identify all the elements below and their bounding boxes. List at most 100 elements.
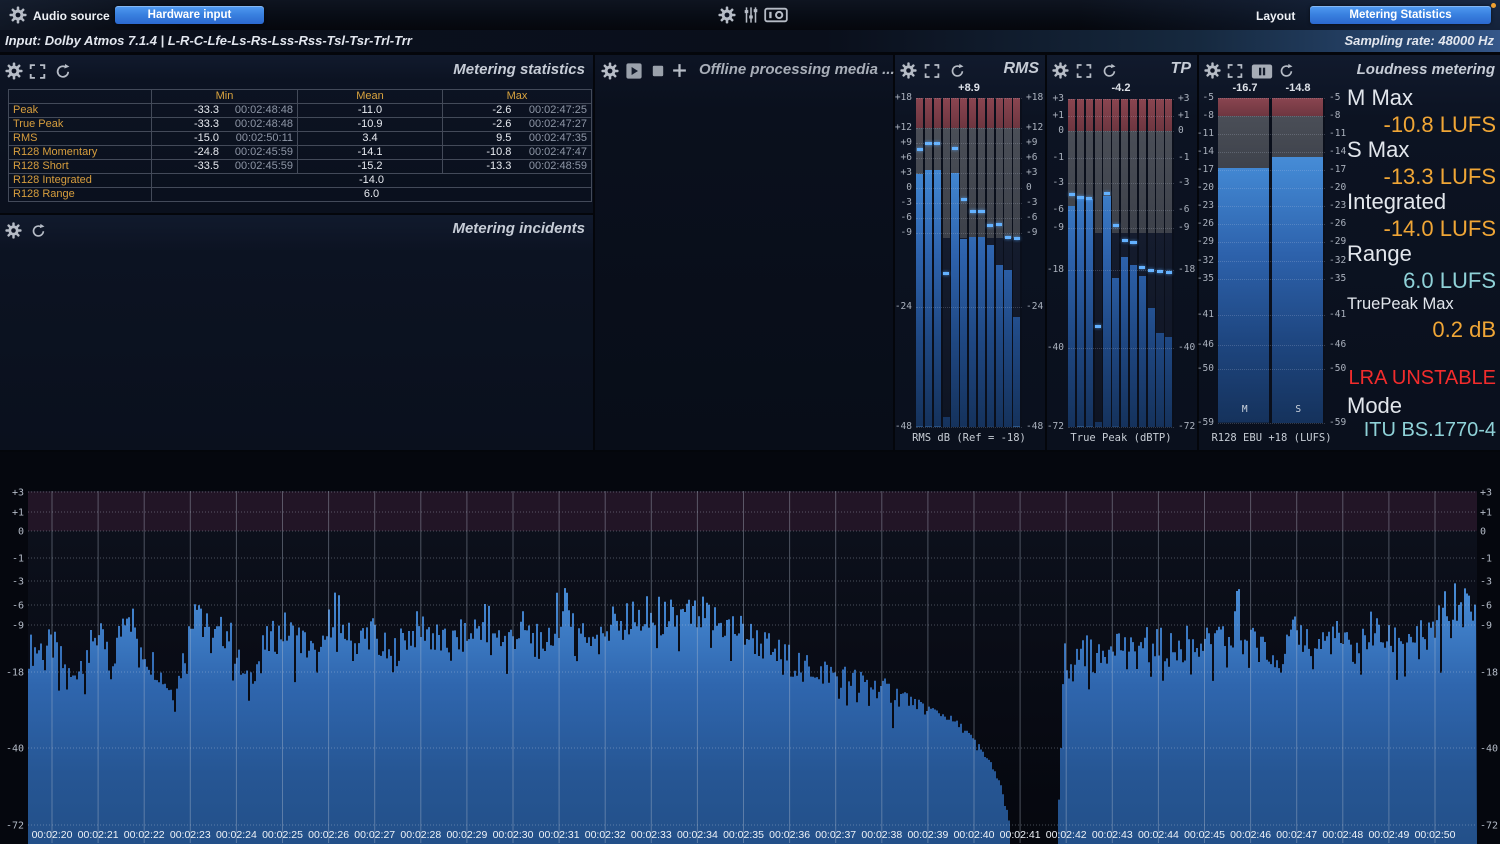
- fullscreen-icon[interactable]: [924, 63, 940, 79]
- meter-gridline: [916, 218, 1022, 219]
- scale-tick-label: -72: [6, 821, 24, 832]
- gear-icon[interactable]: [1052, 62, 1069, 79]
- panel-title: Offline processing media ...: [699, 61, 895, 78]
- meter-gridline: [1068, 183, 1174, 184]
- meter-zone: [960, 98, 967, 128]
- meter-gridline: [1218, 152, 1325, 153]
- stat-max-time: 00:02:47:47: [511, 146, 587, 159]
- loudness-metering-panel: Loudness metering M Max-10.8 LUFSS Max-1…: [1199, 55, 1500, 450]
- meter-zone: [1272, 98, 1323, 116]
- refresh-icon[interactable]: [950, 63, 965, 78]
- meter-zone: [960, 128, 967, 238]
- stop-icon[interactable]: [650, 63, 666, 79]
- gear-icon[interactable]: [601, 62, 619, 80]
- peak-hold-marker: [1166, 271, 1172, 274]
- scale-tick-label: -59: [1329, 418, 1355, 428]
- meter-caption: True Peak (dBTP): [1041, 432, 1201, 444]
- mode-value: ITU BS.1770-4: [1347, 419, 1496, 442]
- timeline-label: 00:02:34: [677, 829, 718, 841]
- peak-hold-marker: [1077, 196, 1083, 199]
- stat-mean: 3.4: [298, 132, 443, 146]
- meter-zone: [987, 98, 994, 128]
- meter-zone: [978, 98, 985, 128]
- col-min: Min: [152, 90, 298, 104]
- timeline-label: 00:02:25: [262, 829, 303, 841]
- metering-statistics-button[interactable]: Metering Statistics: [1310, 6, 1491, 24]
- scale-tick-label: -18: [6, 668, 24, 679]
- loudness-readout-value: 0.2 dB: [1347, 317, 1496, 343]
- meter-gridline: [916, 98, 1022, 99]
- fullscreen-icon[interactable]: [1076, 63, 1092, 79]
- scale-tick-label: +3: [12, 488, 24, 499]
- meter-gridline: [916, 173, 1022, 174]
- meter-caption: R128 EBU +18 (LUFS): [1192, 432, 1352, 444]
- play-icon[interactable]: [626, 63, 642, 79]
- hardware-input-button[interactable]: Hardware input: [115, 6, 264, 24]
- stat-mean: -15.2: [298, 160, 443, 174]
- layout-label[interactable]: Layout: [1256, 9, 1295, 23]
- meter-bar: [1086, 199, 1093, 427]
- scale-tick-label: -29: [1329, 237, 1355, 247]
- scale-tick-label: -3: [1480, 577, 1492, 588]
- scale-tick-label: -32: [1329, 256, 1355, 266]
- scale-tick-label: -9: [12, 621, 24, 632]
- meter-zone: [943, 238, 950, 427]
- table-row: R128 Range6.0: [9, 188, 592, 202]
- peak-hold-marker: [943, 272, 949, 275]
- meter-gridline: [1218, 98, 1325, 99]
- sliders-icon[interactable]: [742, 6, 760, 24]
- meter-zone: [987, 128, 994, 238]
- meter-bar: [1013, 317, 1020, 427]
- true-peak-history-graph[interactable]: +3+3+1+100-1-1-3-3-6-6-9-9-18-18-40-40-7…: [0, 452, 1500, 844]
- stat-min-time: 00:02:48:48: [219, 118, 293, 131]
- col-max: Max: [443, 90, 592, 104]
- table-row: R128 Integrated-14.0: [9, 174, 592, 188]
- stat-min: -24.8: [156, 146, 219, 159]
- gear-icon[interactable]: [718, 6, 736, 24]
- gear-icon[interactable]: [5, 62, 23, 80]
- peak-hold-marker: [987, 224, 993, 227]
- scale-tick-label: -1: [12, 554, 24, 565]
- meter-bar: [987, 245, 994, 427]
- meter-gridline: [916, 143, 1022, 144]
- scale-tick-label: -41: [1192, 310, 1214, 320]
- plus-icon[interactable]: [671, 62, 688, 79]
- peak-hold-marker: [1069, 193, 1075, 196]
- table-header-row: Min Mean Max: [9, 90, 592, 104]
- timeline-label: 00:02:35: [723, 829, 764, 841]
- fullscreen-icon[interactable]: [29, 63, 46, 80]
- meter-zone: [996, 128, 1003, 238]
- timeline-label: 00:02:29: [446, 829, 487, 841]
- scale-tick-label: -6: [890, 213, 912, 223]
- top-toolbar: Audio source Hardware input Layout Meter…: [0, 0, 1500, 30]
- refresh-icon[interactable]: [1102, 63, 1117, 78]
- meter-bar: [934, 170, 941, 427]
- gear-icon[interactable]: [900, 62, 917, 79]
- meter-bar: [951, 173, 958, 427]
- timeline-label: 00:02:40: [954, 829, 995, 841]
- scale-tick-label: -35: [1329, 274, 1355, 284]
- scale-tick-label: -3: [890, 198, 912, 208]
- meter-zone: [1077, 99, 1084, 131]
- refresh-icon[interactable]: [55, 63, 71, 79]
- timeline-label: 00:02:24: [216, 829, 257, 841]
- peak-hold-marker: [1122, 239, 1128, 242]
- meter-gridline: [1218, 345, 1325, 346]
- meter-gridline: [1218, 134, 1325, 135]
- refresh-icon[interactable]: [31, 223, 46, 238]
- io-icon[interactable]: [764, 6, 788, 24]
- scale-tick-label: -26: [1192, 219, 1214, 229]
- gear-icon[interactable]: [9, 6, 27, 24]
- timeline-label: 00:02:26: [308, 829, 349, 841]
- timeline-label: 00:02:43: [1092, 829, 1133, 841]
- scale-tick-label: -6: [12, 601, 24, 612]
- meter-bar: [996, 265, 1003, 427]
- stat-min: -33.3: [156, 104, 219, 117]
- timeline-label: 00:02:44: [1138, 829, 1179, 841]
- meter-gridline: [1218, 206, 1325, 207]
- gear-icon[interactable]: [5, 222, 22, 239]
- stat-label: Peak: [9, 104, 152, 118]
- rms-meter-panel: RMS +18+18+12+12+9+9+6+6+3+300-3-3-6-6-9…: [895, 55, 1045, 450]
- meter-zone: [1112, 131, 1119, 233]
- scale-tick-label: +1: [12, 508, 24, 519]
